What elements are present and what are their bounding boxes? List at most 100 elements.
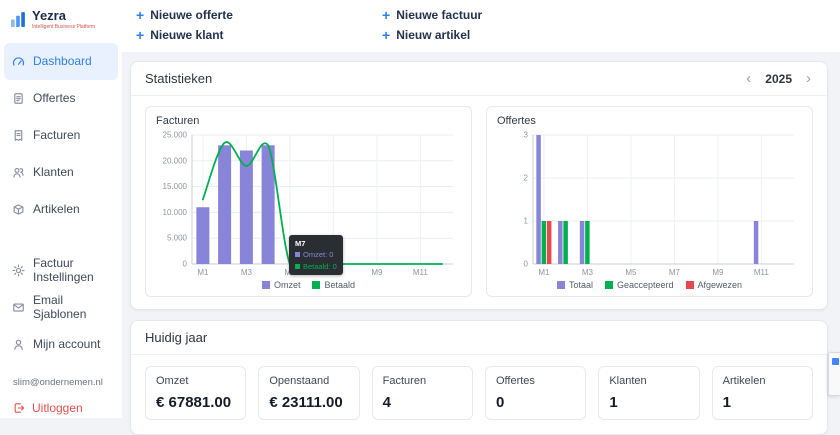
- stat-value: 1: [723, 394, 802, 411]
- main-content: +Nieuwe offerte +Nieuwe factuur +Nieuwe kl…: [122, 0, 840, 418]
- sidebar-item-email-sjablonen[interactable]: Email Sjablonen: [4, 289, 118, 326]
- offertes-chart[interactable]: 0123M1M3M5M7M9M11: [497, 129, 802, 279]
- statistics-title: Statistieken: [145, 71, 212, 86]
- brand-tagline: Intelligent Business Platform: [32, 24, 95, 30]
- document-icon: [12, 92, 25, 105]
- statistics-card-header: Statistieken ‹ 2025 ›: [131, 62, 827, 96]
- sidebar-item-klanten[interactable]: Klanten: [4, 154, 118, 191]
- legend-swatch: [262, 281, 270, 289]
- sidebar-item-facturen[interactable]: Facturen: [4, 117, 118, 154]
- svg-text:1: 1: [524, 217, 529, 226]
- sidebar: Yezra Intelligent Business Platform Dash…: [0, 0, 123, 418]
- svg-text:M11: M11: [413, 268, 429, 277]
- svg-text:M9: M9: [712, 268, 724, 277]
- stat-value: 0: [496, 394, 575, 411]
- current-year-title: Huidig jaar: [145, 330, 207, 345]
- sidebar-item-artikelen[interactable]: Artikelen: [4, 191, 118, 228]
- quick-action-nieuwe-offerte[interactable]: +Nieuwe offerte: [136, 8, 233, 22]
- facturen-chart-legend: Omzet Betaald: [156, 280, 461, 290]
- stat-tile-klanten: Klanten 1: [598, 366, 699, 420]
- legend-item-omzet: Omzet: [262, 280, 301, 290]
- svg-text:M3: M3: [241, 268, 253, 277]
- stat-value: € 23111.00: [269, 394, 348, 411]
- offertes-chart-panel: Offertes 0123M1M3M5M7M9M11 TotaalGeaccep…: [486, 106, 813, 297]
- user-icon: [12, 338, 25, 351]
- charts-row: Facturen 05.00010.00015.00020.00025.000M…: [131, 96, 827, 309]
- user-email: slim@ondernemen.nl: [0, 363, 122, 388]
- year-navigation: ‹ 2025 ›: [744, 71, 813, 86]
- svg-text:M5: M5: [625, 268, 637, 277]
- legend-item-betaald: Betaald: [312, 280, 355, 290]
- sidebar-item-label: Artikelen: [33, 202, 80, 216]
- brand-bars-icon: [10, 11, 27, 28]
- logout-label: Uitloggen: [32, 401, 83, 415]
- dashboard-icon: [12, 55, 25, 68]
- recaptcha-icon: [832, 358, 839, 365]
- stat-tile-facturen: Facturen4: [372, 366, 473, 420]
- quick-action-nieuw-artikel[interactable]: + Nieuw artikel: [382, 28, 470, 42]
- statistics-card: Statistieken ‹ 2025 › Facturen 05.00010.…: [130, 61, 828, 310]
- sidebar-main-menu: Dashboard Offertes Facturen Klanten Artikele…: [0, 43, 122, 228]
- gear-icon: [12, 264, 25, 277]
- stat-label: Klanten: [609, 375, 688, 387]
- stat-tile-offertes: Offertes 0: [485, 366, 586, 420]
- stat-value: € 67881.00: [156, 394, 235, 411]
- offertes-chart-title: Offertes: [497, 115, 802, 127]
- brand-name: Yezra: [32, 9, 95, 23]
- sidebar-item-factuur-instellingen[interactable]: Factuur Instellingen: [4, 252, 118, 289]
- box-icon: [12, 203, 25, 216]
- stat-tile-omzet: Omzet € 67881.00: [145, 366, 246, 420]
- svg-text:M11: M11: [754, 268, 770, 277]
- quick-action-label: Nieuw artikel: [396, 28, 470, 42]
- facturen-chart-panel: Facturen 05.00010.00015.00020.00025.000M…: [145, 106, 472, 297]
- prev-year-button[interactable]: ‹: [744, 71, 753, 86]
- sidebar-item-mijn-account[interactable]: Mijn account: [4, 326, 118, 363]
- svg-text:25.000: 25.000: [163, 131, 188, 140]
- sidebar-item-label: Mijn account: [33, 337, 100, 351]
- plus-icon: +: [136, 28, 144, 42]
- brand-logo[interactable]: Yezra Intelligent Business Platform: [0, 0, 122, 37]
- users-icon: [12, 166, 25, 179]
- svg-text:M1: M1: [197, 268, 209, 277]
- stat-label: Openstaand: [269, 375, 348, 387]
- current-year-card-header: Huidig jaar: [131, 321, 827, 355]
- stat-label: Offertes: [496, 375, 575, 387]
- svg-text:0: 0: [524, 260, 529, 269]
- svg-text:M5: M5: [284, 268, 296, 277]
- plus-icon: +: [382, 28, 390, 42]
- sidebar-item-label: Dashboard: [33, 54, 92, 68]
- offertes-chart-legend: Totaal Geaccepteerd Afgewezen: [497, 280, 802, 290]
- sidebar-item-label: Factuur Instellingen: [33, 256, 110, 284]
- svg-text:M7: M7: [669, 268, 681, 277]
- sidebar-secondary-menu: Factuur Instellingen Email Sjablonen Mijn …: [0, 252, 122, 363]
- quick-action-nieuwe-klant[interactable]: +Nieuwe klant: [136, 28, 224, 42]
- next-year-button[interactable]: ›: [804, 71, 813, 86]
- current-year-stats: Omzet € 67881.00 Openstaand € 23111.00 Factu…: [131, 355, 827, 434]
- logout-button[interactable]: Uitloggen: [0, 388, 122, 428]
- legend-item-totaal: Totaal: [557, 280, 593, 290]
- logout-icon: [13, 402, 25, 414]
- sidebar-item-label: Facturen: [33, 128, 80, 142]
- app-root: Yezra Intelligent Business Platform Dash…: [0, 0, 840, 418]
- stat-value: 4: [383, 394, 462, 411]
- legend-item-geaccepteerd: Geaccepteerd: [605, 280, 674, 290]
- legend-swatch: [605, 281, 613, 289]
- stat-tile-artikelen: Artikelen1: [712, 366, 813, 420]
- svg-text:10.000: 10.000: [163, 208, 188, 217]
- sidebar-item-offertes[interactable]: Offertes: [4, 80, 118, 117]
- quick-action-nieuwe-factuur[interactable]: +Nieuwe factuur: [382, 8, 482, 22]
- svg-text:M7: M7: [328, 268, 340, 277]
- stat-tile-openstaand: Openstaand € 23111.00: [258, 366, 359, 420]
- envelope-icon: [12, 301, 25, 314]
- invoice-icon: [12, 129, 25, 142]
- quick-actions-bar: +Nieuwe offerte +Nieuwe factuur +Nieuwe kl…: [122, 0, 840, 52]
- plus-icon: +: [136, 8, 144, 22]
- stat-value: 1: [609, 394, 688, 411]
- sidebar-item-label: Email Sjablonen: [33, 293, 110, 321]
- facturen-chart[interactable]: 05.00010.00015.00020.00025.000M1M3M5M7M9…: [156, 129, 461, 279]
- sidebar-item-dashboard[interactable]: Dashboard: [4, 43, 118, 80]
- year-label: 2025: [765, 72, 792, 86]
- recaptcha-badge[interactable]: [828, 352, 840, 396]
- stat-label: Omzet: [156, 375, 235, 387]
- legend-item-afgewezen: Afgewezen: [686, 280, 743, 290]
